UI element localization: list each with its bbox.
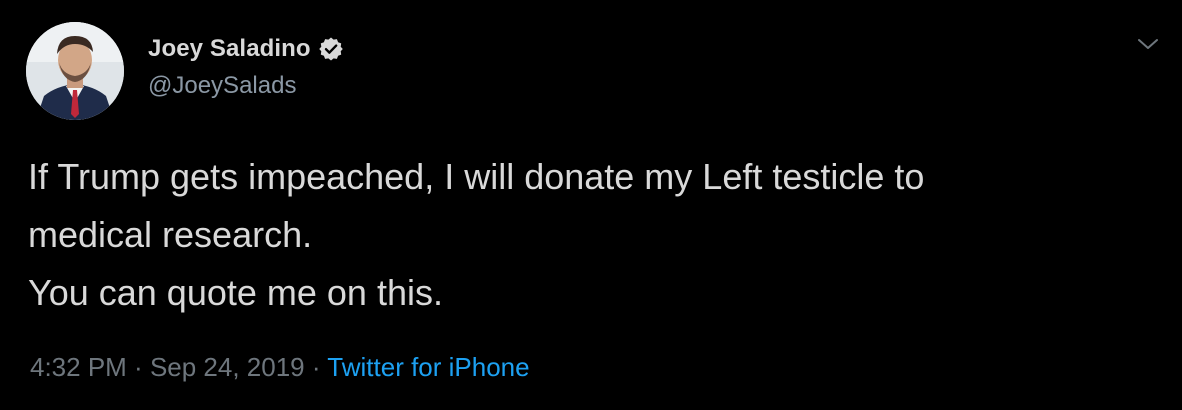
meta-separator: · bbox=[304, 352, 328, 382]
tweet-time[interactable]: 4:32 PM bbox=[30, 352, 127, 382]
author-display-name[interactable]: Joey Saladino bbox=[148, 35, 311, 63]
tweet-text-line: If Trump gets impeached, I will donate m… bbox=[28, 156, 925, 197]
avatar-photo bbox=[26, 22, 124, 120]
tweet-text: If Trump gets impeached, I will donate m… bbox=[28, 148, 1158, 322]
verified-badge-icon bbox=[318, 36, 344, 62]
chevron-down-icon[interactable] bbox=[1136, 34, 1160, 54]
tweet-date[interactable]: Sep 24, 2019 bbox=[150, 352, 305, 382]
author-handle[interactable]: @JoeySalads bbox=[148, 72, 296, 100]
tweet-text-line: medical research. bbox=[28, 214, 313, 255]
tweet-card: Joey Saladino @JoeySalads If Trump gets … bbox=[0, 0, 1182, 410]
tweet-meta: 4:32 PM · Sep 24, 2019 · Twitter for iPh… bbox=[30, 352, 530, 383]
author-row: Joey Saladino bbox=[148, 32, 344, 66]
avatar[interactable] bbox=[26, 22, 124, 120]
tweet-source-link[interactable]: Twitter for iPhone bbox=[327, 352, 529, 382]
tweet-text-line: You can quote me on this. bbox=[28, 272, 443, 313]
meta-separator: · bbox=[126, 352, 150, 382]
